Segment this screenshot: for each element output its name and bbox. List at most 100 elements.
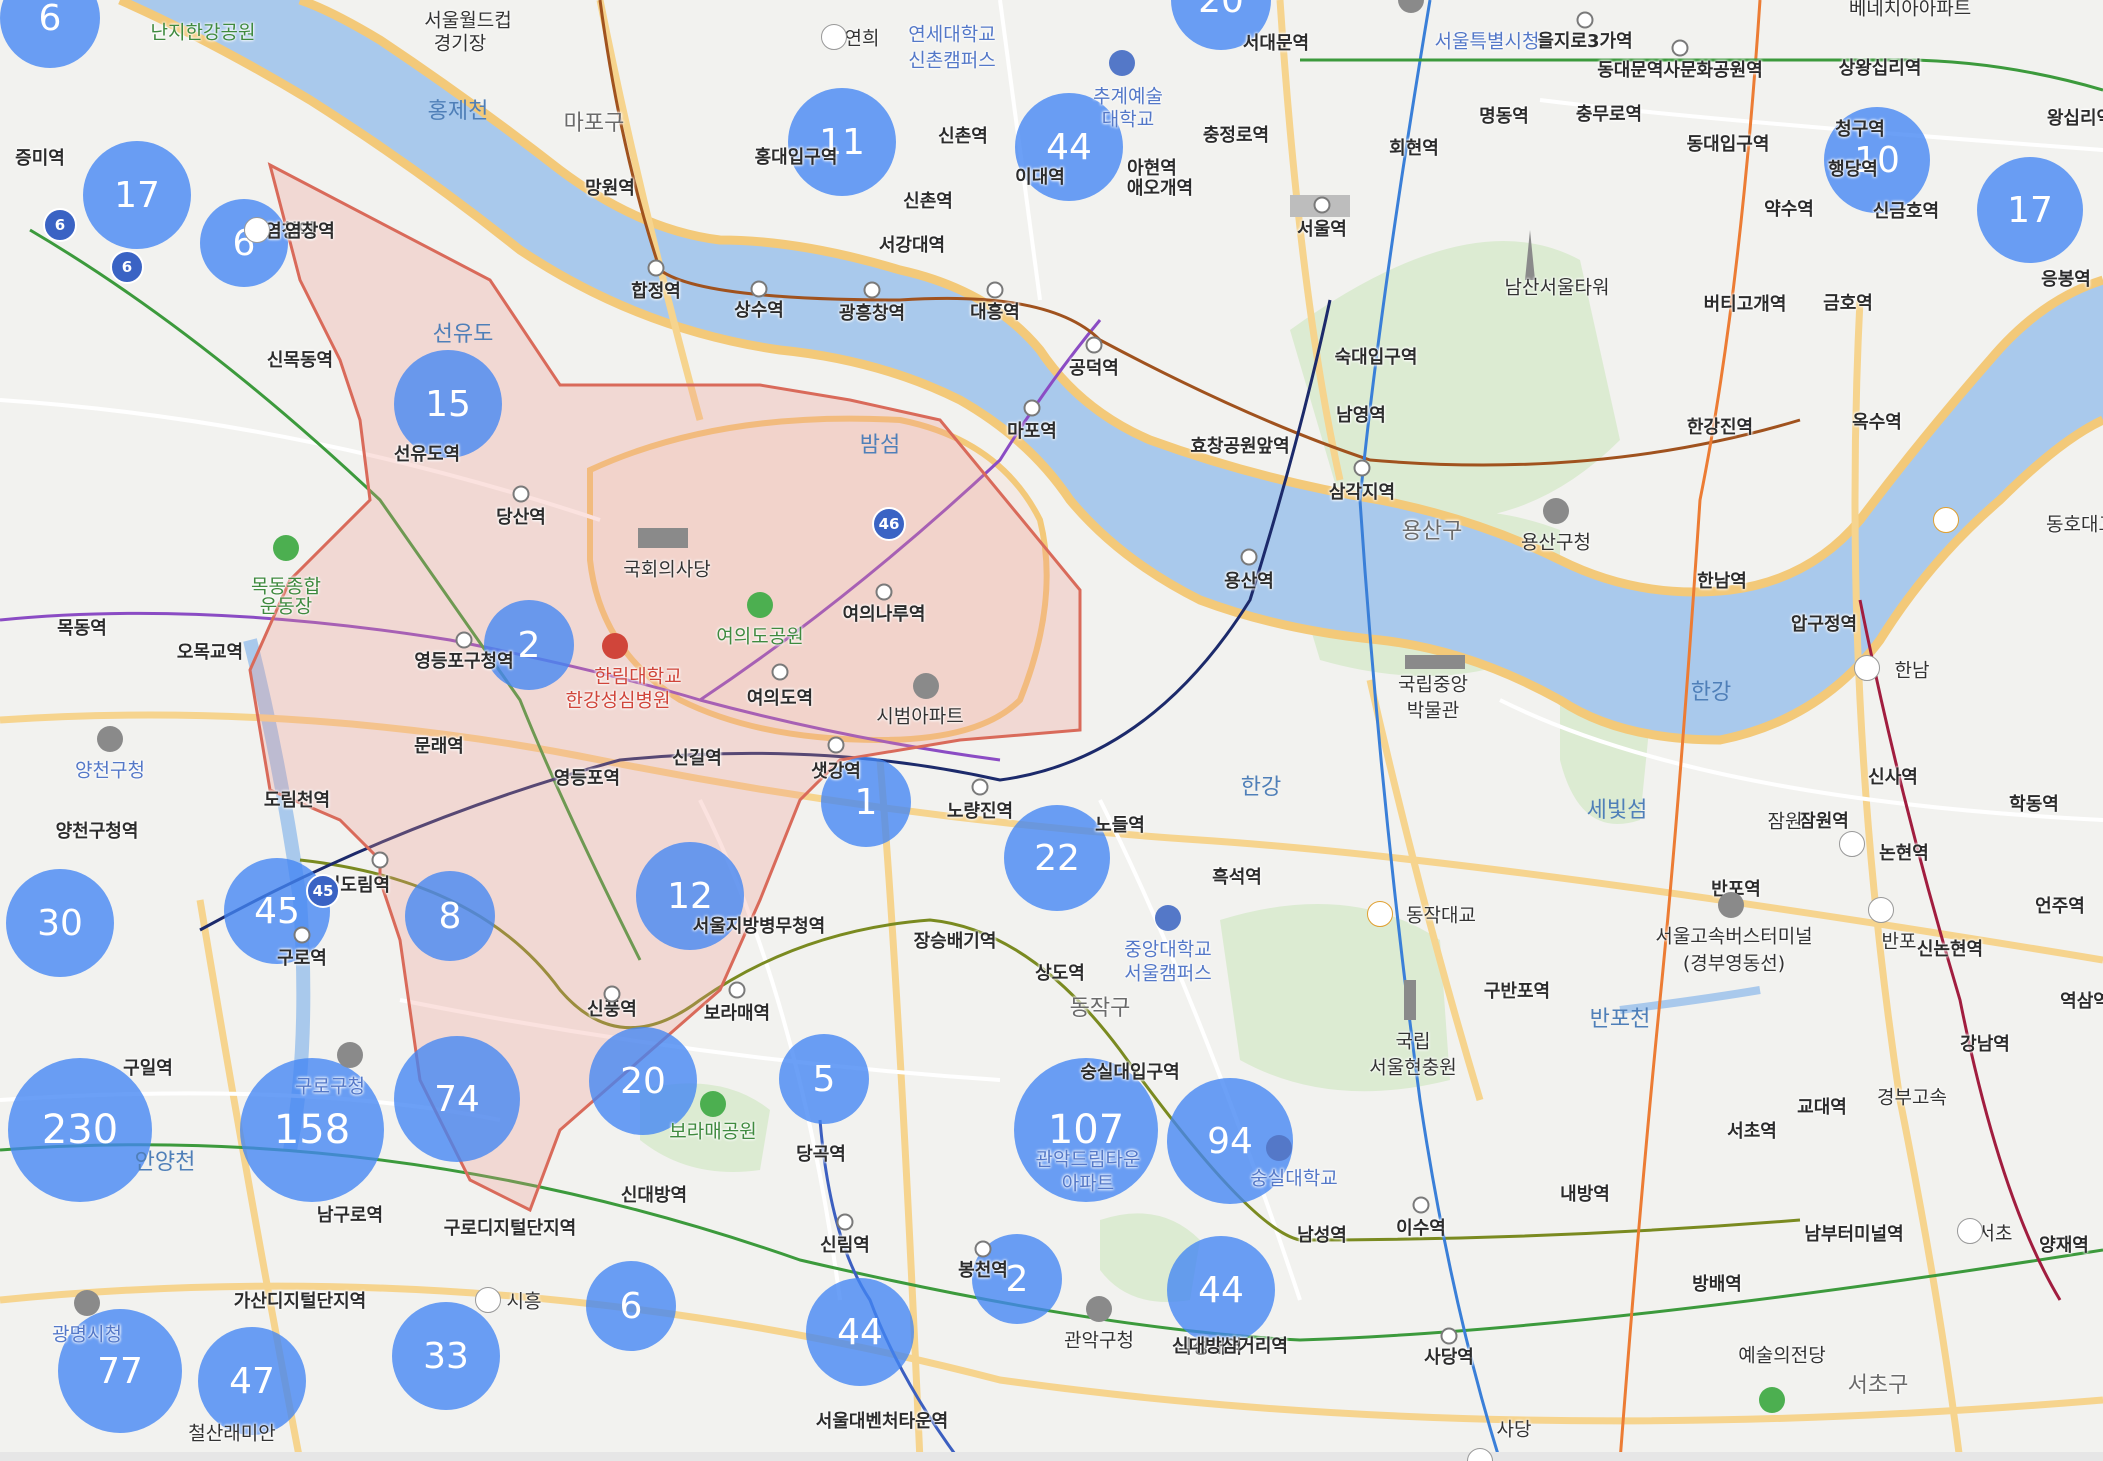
- station-label: 노량진역: [946, 801, 1014, 822]
- station-label: 남영역: [1336, 405, 1386, 426]
- bus-terminal-icon[interactable]: [1718, 892, 1744, 918]
- cluster-marker[interactable]: 44: [1167, 1236, 1275, 1344]
- hospital-icon[interactable]: [602, 633, 628, 659]
- university-icon[interactable]: [1266, 1135, 1292, 1161]
- poi-label: 한림대학교: [594, 665, 682, 688]
- station-marker-icon[interactable]: [750, 280, 768, 298]
- arts-center-icon[interactable]: [1759, 1387, 1785, 1413]
- government-icon[interactable]: [337, 1042, 363, 1068]
- station-label: 동대입구역: [1686, 134, 1770, 155]
- poi-label: 숭실대학교: [1250, 1167, 1338, 1190]
- poi-label: 운동장: [259, 595, 313, 618]
- station-marker-icon[interactable]: [1671, 39, 1689, 57]
- station-label: 언주역: [2035, 896, 2085, 917]
- cluster-marker[interactable]: 17: [1977, 157, 2083, 263]
- station-marker-icon[interactable]: [1412, 1196, 1430, 1214]
- water-label: 홍제천: [427, 99, 489, 124]
- station-marker-icon[interactable]: [971, 778, 989, 796]
- university-icon[interactable]: [1109, 50, 1135, 76]
- station-marker-icon[interactable]: [771, 663, 789, 681]
- junction-icon: [1933, 507, 1959, 533]
- poi-label: 반포: [1881, 930, 1917, 953]
- cluster-marker[interactable]: 74: [394, 1036, 520, 1162]
- cluster-marker[interactable]: 30: [6, 869, 114, 977]
- station-marker-icon[interactable]: [455, 631, 473, 649]
- station-label: 망원역: [585, 178, 635, 199]
- government-icon[interactable]: [97, 726, 123, 752]
- cluster-marker[interactable]: 6: [586, 1261, 676, 1351]
- station-marker-icon[interactable]: [1440, 1327, 1458, 1345]
- station-marker-icon[interactable]: [974, 1240, 992, 1258]
- cluster-count: 44: [837, 1311, 883, 1353]
- route-number-badge: 46: [872, 507, 906, 541]
- poi-label: 아파트: [1061, 1172, 1115, 1195]
- station-marker-icon[interactable]: [1085, 336, 1103, 354]
- station-label: 방배역: [1692, 1274, 1742, 1295]
- park-icon[interactable]: [747, 592, 773, 618]
- stadium-icon[interactable]: [273, 535, 299, 561]
- station-marker-icon[interactable]: [1023, 399, 1041, 417]
- station-marker-icon[interactable]: [986, 281, 1004, 299]
- cluster-count: 12: [667, 875, 713, 917]
- station-marker-icon[interactable]: [728, 981, 746, 999]
- station-marker-icon[interactable]: [371, 851, 389, 869]
- station-marker-icon[interactable]: [293, 926, 311, 944]
- government-icon[interactable]: [1543, 498, 1569, 524]
- interchange-icon: [1839, 831, 1865, 857]
- station-label: 금호역: [1823, 293, 1873, 314]
- station-label: 남구로역: [316, 1205, 384, 1226]
- station-label: 신논현역: [1916, 939, 1984, 960]
- station-marker-icon[interactable]: [1313, 196, 1331, 214]
- station-label: 서울역: [1297, 219, 1347, 240]
- university-icon[interactable]: [1155, 905, 1181, 931]
- station-label: 논현역: [1879, 843, 1929, 864]
- station-label: 동대문역사문화공원역: [1597, 60, 1763, 81]
- cluster-marker[interactable]: 17: [83, 141, 191, 249]
- cluster-marker[interactable]: 6: [200, 199, 288, 287]
- station-label: 구반포역: [1483, 981, 1551, 1002]
- cluster-marker[interactable]: 22: [1004, 805, 1110, 911]
- station-marker-icon[interactable]: [875, 583, 893, 601]
- cluster-count: 94: [1207, 1120, 1253, 1162]
- map-view[interactable]: 6 17 6 11 44 10 17 15 2 1 22 12 30 45 8 20 5 230 158 74 107 9…: [0, 0, 2103, 1461]
- poi-label: 중앙대학교: [1124, 938, 1212, 961]
- station-label: 역삼역: [2060, 991, 2103, 1012]
- poi-label: 서울특별시청: [1434, 30, 1540, 53]
- cluster-marker[interactable]: 5: [779, 1034, 869, 1124]
- cluster-count: 15: [425, 383, 471, 425]
- poi-label: 서울고속버스터미널: [1655, 925, 1813, 948]
- station-marker-icon[interactable]: [1576, 11, 1594, 29]
- station-marker-icon[interactable]: [1353, 459, 1371, 477]
- station-marker-icon[interactable]: [1240, 548, 1258, 566]
- government-icon[interactable]: [1086, 1296, 1112, 1322]
- station-label: 여의나루역: [842, 604, 926, 625]
- station-label: 이수역: [1396, 1218, 1446, 1239]
- park-icon[interactable]: [700, 1091, 726, 1117]
- station-label: 영등포역: [553, 768, 621, 789]
- cluster-marker[interactable]: 8: [405, 871, 495, 961]
- poi-label: 한강성심병원: [565, 689, 671, 712]
- apartment-icon[interactable]: [913, 673, 939, 699]
- station-label: 신촌역: [938, 126, 988, 147]
- station-marker-icon[interactable]: [863, 281, 881, 299]
- station-marker-icon[interactable]: [647, 259, 665, 277]
- station-marker-icon[interactable]: [827, 736, 845, 754]
- station-label: 이대역: [1015, 167, 1065, 188]
- government-icon[interactable]: [74, 1290, 100, 1316]
- station-marker-icon[interactable]: [603, 985, 621, 1003]
- cluster-marker[interactable]: 33: [392, 1302, 500, 1410]
- station-marker-icon[interactable]: [512, 485, 530, 503]
- cluster-marker[interactable]: 44: [806, 1278, 914, 1386]
- poi-label: 대학교: [1101, 108, 1155, 131]
- cluster-marker[interactable]: 2: [484, 600, 574, 690]
- cluster-count: 17: [2007, 189, 2053, 231]
- station-marker-icon[interactable]: [836, 1213, 854, 1231]
- station-label: 옥수역: [1852, 412, 1902, 433]
- station-label: 대흥역: [970, 302, 1020, 323]
- memorial-obelisk: [1404, 980, 1416, 1020]
- cluster-marker[interactable]: 11: [788, 88, 896, 196]
- station-label: 증미역: [15, 148, 65, 169]
- museum-building: [1405, 655, 1465, 669]
- water-label: 안양천: [134, 1150, 196, 1175]
- station-label: 잠원역: [1799, 811, 1849, 832]
